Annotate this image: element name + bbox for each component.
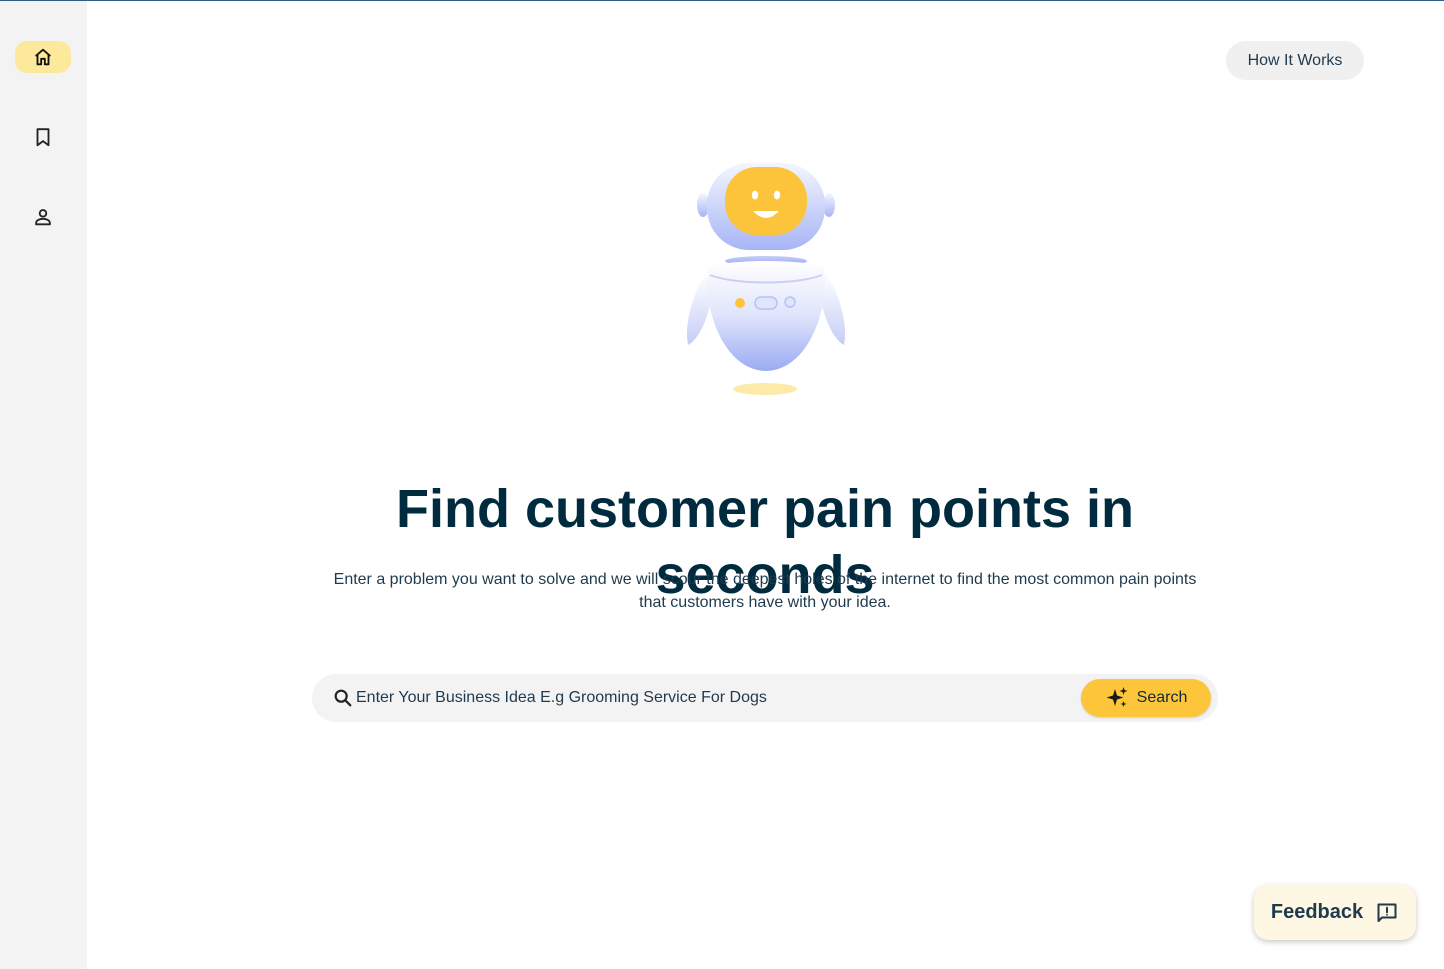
search-button[interactable]: Search bbox=[1081, 679, 1211, 717]
home-icon bbox=[35, 48, 51, 66]
search-icon bbox=[334, 689, 352, 707]
sidebar bbox=[0, 1, 87, 969]
search-button-label: Search bbox=[1136, 689, 1188, 706]
sidebar-item-profile[interactable] bbox=[15, 201, 71, 233]
subtitle-line-2: that customers have with your idea. bbox=[639, 594, 891, 611]
how-it-works-button[interactable]: How It Works bbox=[1226, 41, 1364, 80]
top-border bbox=[0, 0, 1444, 1]
feedback-button-label: Feedback bbox=[1270, 901, 1364, 923]
sidebar-item-saved[interactable] bbox=[15, 121, 71, 153]
page-subtitle: Enter a problem you want to solve and we… bbox=[310, 568, 1220, 614]
subtitle-line-1: Enter a problem you want to solve and we… bbox=[333, 571, 1197, 588]
search-bar: Search bbox=[312, 674, 1218, 722]
person-icon bbox=[35, 209, 51, 226]
sidebar-item-home[interactable] bbox=[15, 41, 71, 73]
search-input[interactable] bbox=[354, 682, 1076, 714]
robot-mascot-illustration bbox=[686, 163, 846, 395]
feedback-button[interactable]: Feedback bbox=[1254, 885, 1416, 940]
bookmark-icon bbox=[36, 128, 50, 147]
sparkle-icon bbox=[1106, 687, 1128, 707]
feedback-icon bbox=[1377, 903, 1397, 922]
